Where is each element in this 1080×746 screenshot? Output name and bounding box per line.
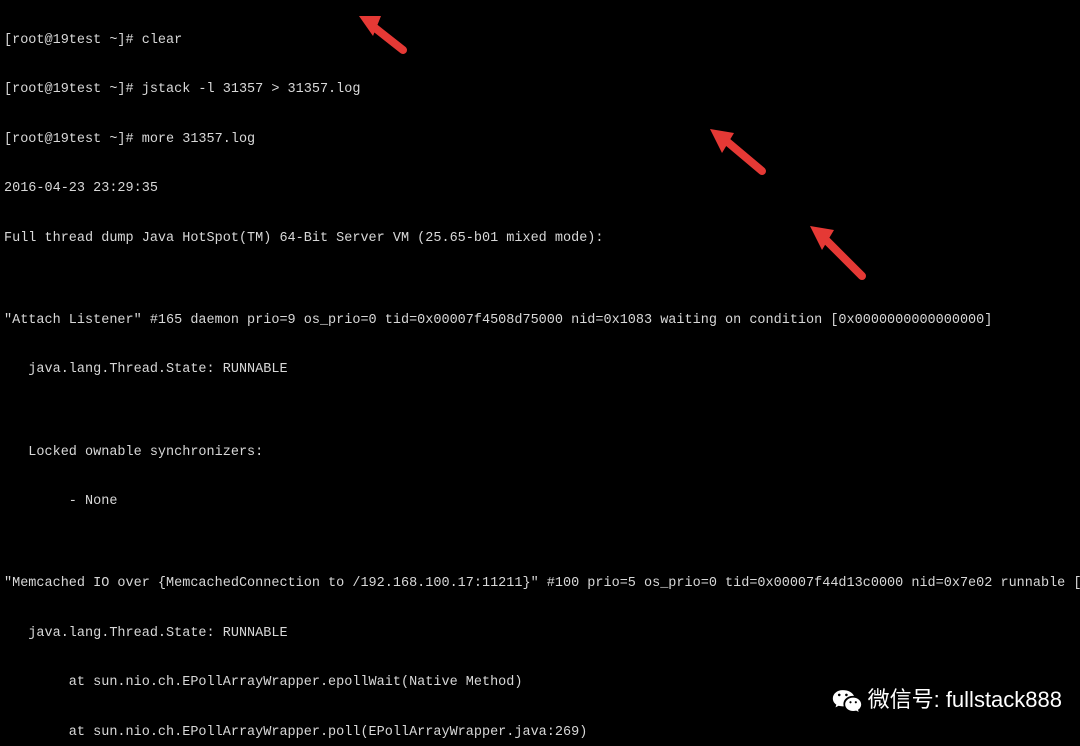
output-line: [root@19test ~]# clear <box>4 33 1080 49</box>
output-line: at sun.nio.ch.EPollArrayWrapper.poll(EPo… <box>4 725 1080 741</box>
output-line: java.lang.Thread.State: RUNNABLE <box>4 362 1080 378</box>
output-line: Full thread dump Java HotSpot(TM) 64-Bit… <box>4 231 1080 247</box>
output-line: - None <box>4 494 1080 510</box>
watermark: 微信号: fullstack888 <box>832 687 1062 714</box>
output-line: 2016-04-23 23:29:35 <box>4 181 1080 197</box>
output-line: [root@19test ~]# jstack -l 31357 > 31357… <box>4 82 1080 98</box>
output-line: "Memcached IO over {MemcachedConnection … <box>4 576 1080 592</box>
output-line: [root@19test ~]# more 31357.log <box>4 132 1080 148</box>
watermark-text: 微信号: fullstack888 <box>868 687 1062 714</box>
wechat-icon <box>832 688 862 714</box>
output-line: java.lang.Thread.State: RUNNABLE <box>4 626 1080 642</box>
terminal-output[interactable]: [root@19test ~]# clear [root@19test ~]# … <box>0 0 1080 746</box>
output-line: "Attach Listener" #165 daemon prio=9 os_… <box>4 313 1080 329</box>
output-line: Locked ownable synchronizers: <box>4 445 1080 461</box>
